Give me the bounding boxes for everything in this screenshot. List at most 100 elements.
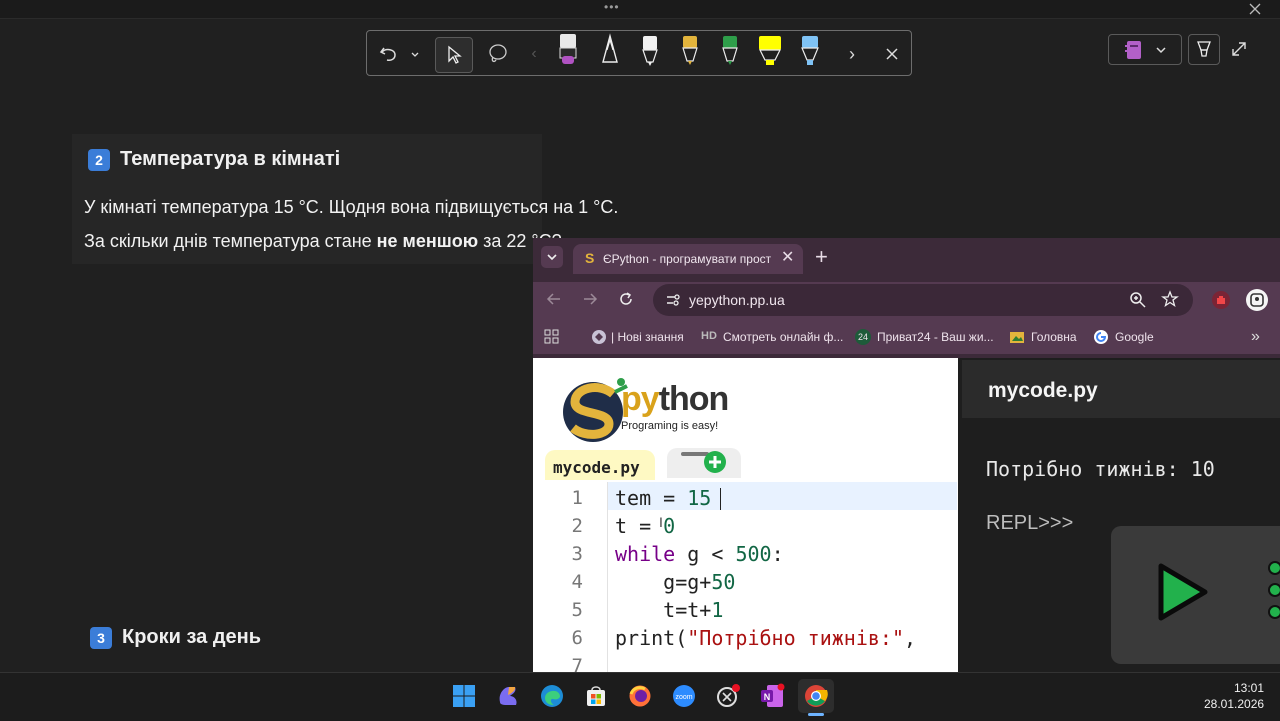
bookmark-item[interactable]: Смотреть онлайн ф... — [723, 330, 843, 344]
reload-icon[interactable] — [617, 290, 635, 313]
add-file-icon[interactable] — [703, 450, 727, 479]
undo-icon[interactable] — [375, 37, 403, 71]
chrome-taskbar-button[interactable] — [798, 679, 834, 713]
code-token: print( — [615, 626, 688, 650]
highlighter-blue-icon[interactable] — [799, 33, 821, 67]
code-token: 1 — [711, 598, 724, 622]
more-bookmarks-icon[interactable]: » — [1251, 328, 1260, 346]
privat24-favicon-icon: 24 — [855, 329, 871, 345]
forward-arrow-icon[interactable] — [581, 290, 599, 313]
code-line-4: g=g+50 — [615, 570, 735, 594]
ibeam-cursor-icon: I — [659, 514, 663, 530]
zoom-icon[interactable] — [1129, 291, 1147, 314]
pen-purple-icon[interactable] — [557, 33, 579, 67]
code-token: g < — [675, 542, 736, 566]
select-pointer-button[interactable] — [435, 37, 473, 73]
problem-line-1: У кімнаті температура 15 °C. Щодня вона … — [84, 197, 619, 217]
code-token: while — [615, 542, 676, 566]
line-number: 1 — [571, 487, 583, 509]
bookmark-item[interactable]: Приват24 - Ваш жи... — [877, 330, 994, 344]
line-number: 3 — [571, 543, 583, 565]
tab-search-button[interactable] — [541, 246, 563, 268]
code-token: t = — [615, 514, 664, 538]
highlighter-icon — [1197, 41, 1211, 57]
edge-browser-icon[interactable] — [538, 682, 566, 710]
code-line-5: t=t+1 — [615, 598, 723, 622]
back-arrow-icon[interactable] — [545, 290, 563, 313]
onenote-icon[interactable]: N — [758, 682, 786, 710]
chevron-down-icon — [1156, 47, 1166, 54]
bookmark-star-icon[interactable] — [1161, 290, 1179, 313]
highlighter-yellow-icon[interactable] — [757, 33, 783, 67]
pointer-icon — [448, 45, 462, 64]
profile-avatar-icon[interactable] — [1245, 288, 1269, 317]
window-top-strip — [0, 0, 1280, 19]
pen-white-icon[interactable] — [639, 33, 661, 67]
notebook-icon — [1125, 41, 1141, 59]
bookmark-item[interactable]: | Нові знання — [611, 330, 684, 344]
section-3-heading: 3 Кроки за день — [90, 626, 261, 649]
line-number: 4 — [571, 571, 583, 593]
pen-gold-icon[interactable] — [679, 33, 701, 67]
run-play-icon[interactable] — [1155, 562, 1211, 627]
pen-green-icon[interactable] — [719, 33, 741, 67]
code-token: g=g+ — [615, 570, 712, 594]
clock-date[interactable]: 28.01.2026 — [1204, 697, 1264, 711]
windows-start-icon[interactable] — [450, 682, 478, 710]
close-toolbar-icon[interactable] — [881, 37, 903, 71]
pens-scroll-left-icon[interactable]: ‹ — [527, 37, 541, 71]
problem-line-2-bold: не меншою — [376, 231, 479, 251]
code-token: , — [904, 626, 917, 650]
code-token: t=t+ — [615, 598, 712, 622]
site-settings-icon[interactable] — [665, 292, 681, 313]
notebook-selector-button[interactable] — [1108, 34, 1182, 65]
code-line-2: t = 0 — [615, 514, 675, 538]
firefox-icon[interactable] — [626, 682, 654, 710]
menu-dots-icon[interactable] — [1265, 558, 1280, 633]
pens-scroll-right-icon[interactable]: › — [845, 37, 859, 71]
hd-favicon-icon: HD — [701, 330, 717, 342]
section-number-badge: 3 — [90, 626, 112, 649]
bookmark-favicon-icon — [591, 329, 607, 350]
output-title: mycode.py — [988, 379, 1098, 402]
expand-icon[interactable] — [1230, 40, 1250, 60]
section-title: Кроки за день — [122, 626, 262, 648]
pen-white-outline-icon[interactable] — [599, 33, 621, 67]
logo-text-py: py — [621, 380, 660, 418]
logo-text-thon: thon — [658, 380, 730, 418]
close-window-icon[interactable] — [1248, 0, 1264, 18]
undo-dropdown-chevron-icon[interactable] — [405, 37, 425, 71]
extension-stop-icon[interactable] — [1211, 290, 1231, 315]
clock-time[interactable]: 13:01 — [1234, 681, 1264, 695]
repl-prompt[interactable]: REPL>>> — [986, 512, 1073, 535]
bookmark-item[interactable]: Головна — [1031, 330, 1077, 344]
home-favicon-icon — [1009, 329, 1025, 350]
editor-tab-label: mycode.py — [553, 458, 640, 477]
highlighter-toggle-button[interactable] — [1188, 34, 1220, 65]
code-token: "Потрібно тижнів:" — [687, 626, 904, 650]
new-tab-icon[interactable]: + — [815, 244, 828, 270]
window-drag-handle[interactable]: ••• — [604, 0, 620, 14]
browser-window: S ЄPython - програмувати прост ✕ + yepyt… — [533, 238, 1280, 672]
section-number-badge: 2 — [88, 148, 110, 171]
tab-close-icon[interactable]: ✕ — [781, 247, 794, 267]
svg-text:zoom: zoom — [675, 694, 692, 701]
code-token: 0 — [663, 514, 676, 538]
logo-tagline: Programing is easy! — [621, 420, 719, 432]
lasso-select-icon[interactable] — [483, 37, 513, 71]
code-line-6: print("Потрібно тижнів:", — [615, 626, 916, 650]
svg-text:S: S — [585, 250, 594, 266]
bookmark-item[interactable]: Google — [1115, 330, 1154, 344]
url-text: yepython.pp.ua — [689, 292, 785, 308]
microsoft-store-icon[interactable] — [582, 682, 610, 710]
zoom-app-icon[interactable]: zoom — [670, 682, 698, 710]
active-app-indicator — [808, 713, 824, 716]
logo-text: pypythonthon — [621, 380, 730, 419]
apps-grid-icon[interactable] — [543, 328, 561, 351]
code-token: 500 — [735, 542, 772, 566]
copilot-icon[interactable] — [494, 682, 522, 710]
line-number: 6 — [571, 627, 583, 649]
section-2-heading: 2 Температура в кімнаті — [88, 148, 340, 171]
problem-line-2: За скільки днів температура стане не мен… — [84, 231, 562, 252]
screenshot-tool-icon[interactable] — [714, 682, 742, 710]
